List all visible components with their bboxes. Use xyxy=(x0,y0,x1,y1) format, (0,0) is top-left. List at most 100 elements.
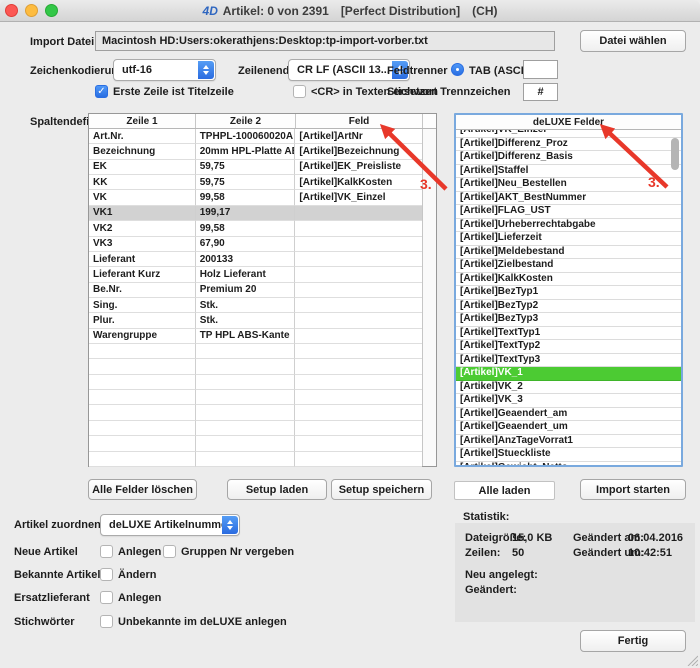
tab-separator-radio[interactable] xyxy=(451,63,464,76)
list-item[interactable]: [Artikel]Staffel xyxy=(456,165,681,179)
list-item[interactable]: [Artikel]Stueckliste xyxy=(456,448,681,462)
setup-save-button[interactable]: Setup speichern xyxy=(331,479,432,500)
table-row[interactable]: VK367,90 xyxy=(89,237,422,252)
table-row[interactable]: VK299,58 xyxy=(89,221,422,236)
deluxe-felder-items: [Artikel]VK_Einzel[Artikel]Differenz_Pro… xyxy=(456,130,681,465)
table-scrollbar[interactable] xyxy=(422,129,436,466)
table-header-zeile1[interactable]: Zeile 1 xyxy=(89,114,196,128)
app-logo-4d-icon: 4D xyxy=(203,4,218,18)
statistics-panel: Dateigröße: 15,0 KB Geändert am: 06.04.2… xyxy=(455,523,695,622)
table-header-zeile2[interactable]: Zeile 2 xyxy=(196,114,296,128)
list-item[interactable]: [Artikel]VK_1 xyxy=(456,367,681,381)
table-cell: Stk. xyxy=(196,313,296,328)
list-item[interactable]: [Artikel]Urheberrechtabgabe xyxy=(456,219,681,233)
table-row[interactable]: Sing.Stk. xyxy=(89,298,422,313)
table-row[interactable]: EK59,75[Artikel]EK_Preisliste xyxy=(89,160,422,175)
done-button[interactable]: Fertig xyxy=(580,630,686,652)
zoom-window-button[interactable] xyxy=(45,4,58,17)
list-item[interactable]: [Artikel]TextTyp3 xyxy=(456,354,681,368)
known-articles-change-checkbox[interactable] xyxy=(100,568,113,581)
table-cell xyxy=(196,375,296,390)
table-row[interactable]: Be.Nr.Premium 20 xyxy=(89,283,422,298)
list-item[interactable]: [Artikel]Geaendert_um xyxy=(456,421,681,435)
substitute-supplier-create-checkbox-label: Anlegen xyxy=(118,592,161,604)
list-item[interactable]: [Artikel]KalkKosten xyxy=(456,273,681,287)
list-item[interactable]: [Artikel]BezTyp1 xyxy=(456,286,681,300)
table-header-feld[interactable]: Feld xyxy=(296,114,423,128)
list-item[interactable]: [Artikel]BezTyp3 xyxy=(456,313,681,327)
keyword-separator-field[interactable] xyxy=(523,83,558,101)
table-cell xyxy=(295,237,422,252)
keywords-create-checkbox[interactable] xyxy=(100,615,113,628)
list-item[interactable]: [Artikel]TextTyp2 xyxy=(456,340,681,354)
window-resize-grip[interactable] xyxy=(686,654,698,666)
table-row[interactable] xyxy=(89,359,422,374)
table-row[interactable]: Lieferant200133 xyxy=(89,252,422,267)
list-item[interactable]: [Artikel]Differenz_Proz xyxy=(456,138,681,152)
list-item[interactable]: [Artikel]VK_2 xyxy=(456,381,681,395)
list-scrollbar-thumb[interactable] xyxy=(671,138,679,170)
custom-separator-field[interactable] xyxy=(523,60,558,79)
substitute-supplier-label: Ersatzlieferant xyxy=(14,592,90,604)
table-cell: 199,17 xyxy=(196,206,296,221)
column-definition-table[interactable]: Zeile 1 Zeile 2 Feld Art.Nr.TPHPL-100060… xyxy=(88,113,437,467)
new-articles-create-checkbox[interactable] xyxy=(100,545,113,558)
clear-all-fields-button[interactable]: Alle Felder löschen xyxy=(88,479,197,500)
start-import-button[interactable]: Import starten xyxy=(580,479,686,500)
list-item[interactable]: [Artikel]VK_Einzel xyxy=(456,130,681,138)
list-item[interactable]: [Artikel]VK_3 xyxy=(456,394,681,408)
list-item[interactable]: [Artikel]BezTyp2 xyxy=(456,300,681,314)
table-cell xyxy=(295,252,422,267)
table-row[interactable] xyxy=(89,375,422,390)
setup-load-button[interactable]: Setup laden xyxy=(227,479,327,500)
table-cell: 59,75 xyxy=(196,175,296,190)
table-row[interactable] xyxy=(89,390,422,405)
line-end-select-value: CR LF (ASCII 13... xyxy=(297,64,389,76)
table-cell: 67,90 xyxy=(196,237,296,252)
table-row[interactable]: VK1199,17 xyxy=(89,206,422,221)
import-file-path-field[interactable] xyxy=(95,31,555,51)
table-row[interactable] xyxy=(89,405,422,420)
cr-replace-checkbox[interactable] xyxy=(293,85,306,98)
table-row[interactable]: Bezeichnung20mm HPL-Platte ABS-Ka[Artike… xyxy=(89,144,422,159)
table-row[interactable] xyxy=(89,452,422,467)
list-item[interactable]: [Artikel]AKT_BestNummer xyxy=(456,192,681,206)
table-row[interactable]: Plur.Stk. xyxy=(89,313,422,328)
list-item[interactable]: [Artikel]Geaendert_am xyxy=(456,408,681,422)
table-row[interactable] xyxy=(89,344,422,359)
list-item[interactable]: [Artikel]FLAG_UST xyxy=(456,205,681,219)
modified-time-value: 10:42:51 xyxy=(628,547,672,559)
table-cell: Stk. xyxy=(196,298,296,313)
table-row[interactable]: WarengruppeTP HPL ABS-Kante xyxy=(89,329,422,344)
list-item[interactable]: [Artikel]Differenz_Basis xyxy=(456,151,681,165)
deluxe-felder-list[interactable]: deLUXE Felder [Artikel]VK_Einzel[Artikel… xyxy=(454,113,683,467)
list-item[interactable]: [Artikel]AnzTageVorrat1 xyxy=(456,435,681,449)
list-item[interactable]: [Artikel]Meldebestand xyxy=(456,246,681,260)
close-window-button[interactable] xyxy=(5,4,18,17)
minimize-window-button[interactable] xyxy=(25,4,38,17)
table-row[interactable] xyxy=(89,436,422,451)
list-item[interactable]: [Artikel]Zielbestand xyxy=(456,259,681,273)
table-cell: Sing. xyxy=(89,298,196,313)
stepper-arrows-icon xyxy=(222,516,238,534)
table-cell xyxy=(295,452,422,467)
list-item[interactable]: [Artikel]Gewicht_Netto xyxy=(456,462,681,466)
table-cell: [Artikel]EK_Preisliste xyxy=(295,160,422,175)
substitute-supplier-create-checkbox[interactable] xyxy=(100,591,113,604)
table-row[interactable]: Lieferant KurzHolz Lieferant xyxy=(89,267,422,282)
list-item[interactable]: [Artikel]TextTyp1 xyxy=(456,327,681,341)
assign-article-select[interactable]: deLUXE Artikelnummer xyxy=(100,514,240,536)
table-row[interactable] xyxy=(89,421,422,436)
table-row[interactable]: VK99,58[Artikel]VK_Einzel xyxy=(89,190,422,205)
table-cell: Holz Lieferant xyxy=(196,267,296,282)
list-item[interactable]: [Artikel]Neu_Bestellen xyxy=(456,178,681,192)
table-row[interactable]: Art.Nr.TPHPL-100060020A[Artikel]ArtNr xyxy=(89,129,422,144)
first-row-title-checkbox[interactable] xyxy=(95,85,108,98)
group-nr-checkbox[interactable] xyxy=(163,545,176,558)
table-row[interactable]: KK59,75[Artikel]KalkKosten xyxy=(89,175,422,190)
choose-file-button[interactable]: Datei wählen xyxy=(580,30,686,52)
table-cell: 20mm HPL-Platte ABS-Ka xyxy=(196,144,296,159)
list-item[interactable]: [Artikel]Lieferzeit xyxy=(456,232,681,246)
load-all-button[interactable]: Alle laden xyxy=(454,481,555,500)
encoding-select[interactable]: utf-16 xyxy=(113,59,216,81)
